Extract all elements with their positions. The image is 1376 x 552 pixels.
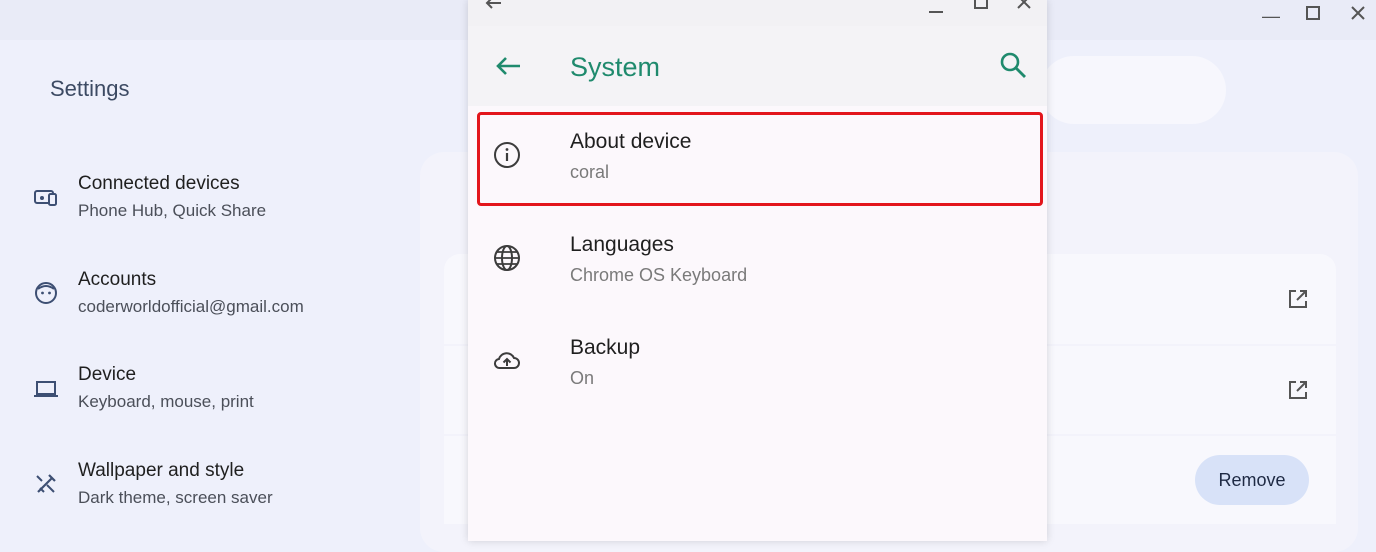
- list-item-title: About device: [570, 130, 692, 153]
- close-icon[interactable]: [1016, 0, 1032, 15]
- maximize-icon[interactable]: [973, 0, 989, 15]
- maximize-icon[interactable]: [1305, 5, 1321, 26]
- dialog-title-bar: [468, 0, 1047, 26]
- paintbrush-icon: [32, 470, 60, 498]
- list-item-subtitle: coral: [570, 162, 610, 182]
- laptop-icon: [32, 374, 60, 402]
- system-dialog: System About device coral Languages Chro…: [468, 0, 1047, 541]
- list-item-languages[interactable]: Languages Chrome OS Keyboard: [468, 215, 1047, 303]
- sidebar-item-connected-devices[interactable]: Connected devices Phone Hub, Quick Share: [0, 165, 420, 245]
- open-external-icon[interactable]: [1286, 378, 1310, 402]
- sidebar-item-device[interactable]: Device Keyboard, mouse, print: [0, 356, 420, 436]
- list-item-subtitle: On: [570, 368, 595, 388]
- list-item-title: Languages: [570, 233, 674, 256]
- list-item-subtitle: Chrome OS Keyboard: [570, 265, 748, 285]
- back-arrow-icon[interactable]: [492, 50, 524, 82]
- close-icon[interactable]: [1349, 4, 1367, 27]
- info-icon: [492, 140, 522, 170]
- titlebar-back-icon[interactable]: [484, 0, 502, 15]
- settings-search-field[interactable]: [1040, 56, 1226, 124]
- app-bar: System: [468, 26, 1047, 106]
- nav-subtitle: Keyboard, mouse, print: [78, 392, 254, 411]
- remove-button[interactable]: Remove: [1195, 455, 1309, 505]
- sidebar-item-wallpaper[interactable]: Wallpaper and style Dark theme, screen s…: [0, 452, 420, 532]
- minimize-icon[interactable]: —: [1262, 6, 1280, 27]
- account-icon: [32, 279, 60, 307]
- sidebar-item-accounts[interactable]: Accounts coderworldofficial@gmail.com: [0, 261, 420, 341]
- nav-subtitle: Phone Hub, Quick Share: [78, 201, 267, 220]
- nav-subtitle: Dark theme, screen saver: [78, 488, 273, 507]
- nav-title: Wallpaper and style: [78, 460, 245, 481]
- nav-title: Connected devices: [78, 173, 240, 194]
- globe-icon: [492, 243, 522, 273]
- list-item-about-device[interactable]: About device coral: [468, 112, 1047, 200]
- minimize-icon[interactable]: [928, 0, 944, 19]
- cloud-upload-icon: [492, 346, 522, 376]
- page-title: System: [570, 52, 661, 82]
- nav-title: Device: [78, 364, 137, 385]
- list-item-title: Backup: [570, 336, 641, 359]
- list-item-backup[interactable]: Backup On: [468, 318, 1047, 406]
- nav-title: Accounts: [78, 269, 157, 290]
- settings-title: Settings: [50, 76, 130, 101]
- search-icon[interactable]: [998, 50, 1028, 80]
- nav-subtitle: coderworldofficial@gmail.com: [78, 297, 304, 316]
- open-external-icon[interactable]: [1286, 287, 1310, 311]
- connected-devices-icon: [32, 183, 60, 211]
